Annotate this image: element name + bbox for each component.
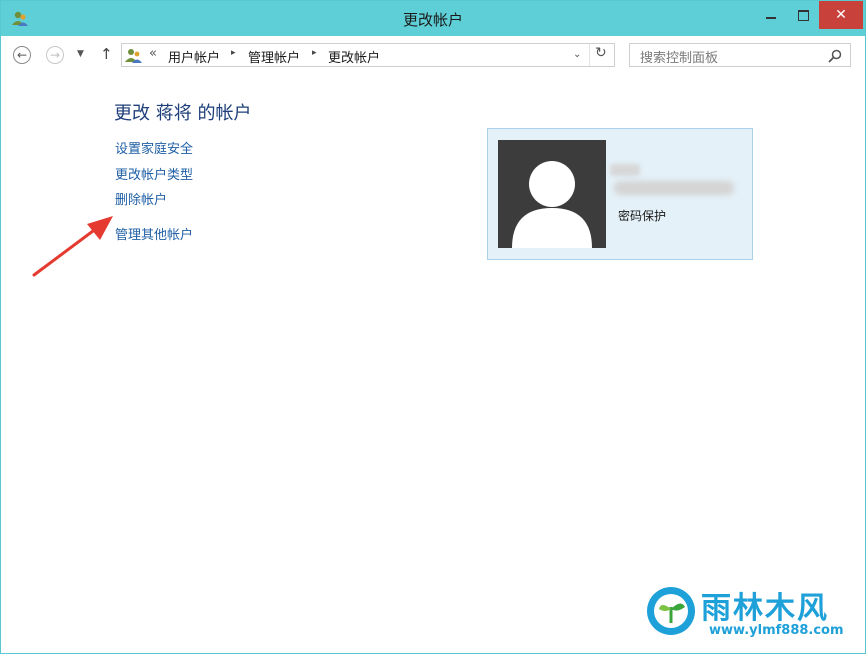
arrow-right-icon: →: [49, 48, 61, 62]
breadcrumb-user-accounts[interactable]: 用户帐户: [168, 47, 220, 66]
maximize-icon: [797, 9, 809, 21]
watermark-title: 雨林木风: [701, 591, 829, 626]
chevron-down-icon: ▼: [77, 49, 84, 59]
forward-button[interactable]: →: [46, 46, 64, 64]
leaf-logo-icon: [647, 587, 695, 635]
refresh-button[interactable]: ↻: [595, 45, 607, 61]
up-button[interactable]: ↑: [100, 45, 113, 63]
red-arrow-annotation: [32, 216, 113, 277]
title-bar[interactable]: 更改帐户 ✕: [1, 1, 865, 36]
address-divider: [589, 44, 590, 66]
address-history-button[interactable]: ⌄: [573, 49, 581, 60]
navigation-bar: ← → ▼ ↑ « 用户帐户 ▸ 管理帐户 ▸ 更改帐户 ⌄ ↻ 搜索控制面板: [1, 37, 865, 73]
breadcrumb-manage-accounts[interactable]: 管理帐户: [248, 47, 300, 66]
arrow-left-icon: ←: [16, 48, 28, 62]
avatar: [498, 140, 606, 248]
account-type-redacted: [614, 181, 734, 195]
close-icon: ✕: [835, 7, 847, 23]
window-title: 更改帐户: [402, 11, 463, 29]
address-bar[interactable]: « 用户帐户 ▸ 管理帐户 ▸ 更改帐户 ⌄ ↻: [121, 43, 615, 67]
minimize-icon: [766, 17, 776, 19]
change-account-window: 更改帐户 ✕ ← → ▼ ↑ « 用户帐户 ▸ 管理帐户 ▸ 更改帐户 ⌄ ↻ …: [0, 0, 866, 654]
manage-other-accounts-link[interactable]: 管理其他帐户: [115, 224, 193, 243]
breadcrumb-overflow[interactable]: «: [149, 46, 157, 61]
breadcrumb-separator-icon[interactable]: ▸: [312, 48, 317, 58]
chevron-down-icon: ⌄: [573, 49, 582, 60]
family-safety-link[interactable]: 设置家庭安全: [115, 138, 193, 157]
back-button[interactable]: ←: [13, 46, 31, 64]
control-panel-icon: [125, 49, 142, 63]
delete-account-link[interactable]: 删除帐户: [115, 189, 167, 208]
search-placeholder: 搜索控制面板: [640, 51, 719, 66]
refresh-icon: ↻: [595, 45, 607, 61]
close-button[interactable]: ✕: [819, 1, 863, 29]
watermark-url: www.ylmf888.com: [709, 623, 844, 638]
account-status: 密码保护: [618, 209, 667, 223]
breadcrumb-change-account[interactable]: 更改帐户: [328, 47, 380, 66]
account-name-redacted: [610, 164, 640, 176]
recent-locations-button[interactable]: ▼: [77, 49, 84, 59]
change-account-type-link[interactable]: 更改帐户类型: [115, 164, 193, 183]
search-icon[interactable]: [828, 49, 842, 63]
user-silhouette-icon: [512, 161, 592, 248]
arrow-up-icon: ↑: [100, 45, 113, 63]
minimize-button[interactable]: [755, 1, 787, 29]
search-input[interactable]: 搜索控制面板: [629, 43, 851, 67]
account-card: 密码保护: [487, 128, 753, 260]
watermark: 雨林木风 www.ylmf888.com: [647, 585, 857, 649]
page-title: 更改 蒋将 的帐户: [114, 103, 252, 124]
breadcrumb-separator-icon[interactable]: ▸: [231, 48, 236, 58]
maximize-button[interactable]: [787, 1, 819, 29]
